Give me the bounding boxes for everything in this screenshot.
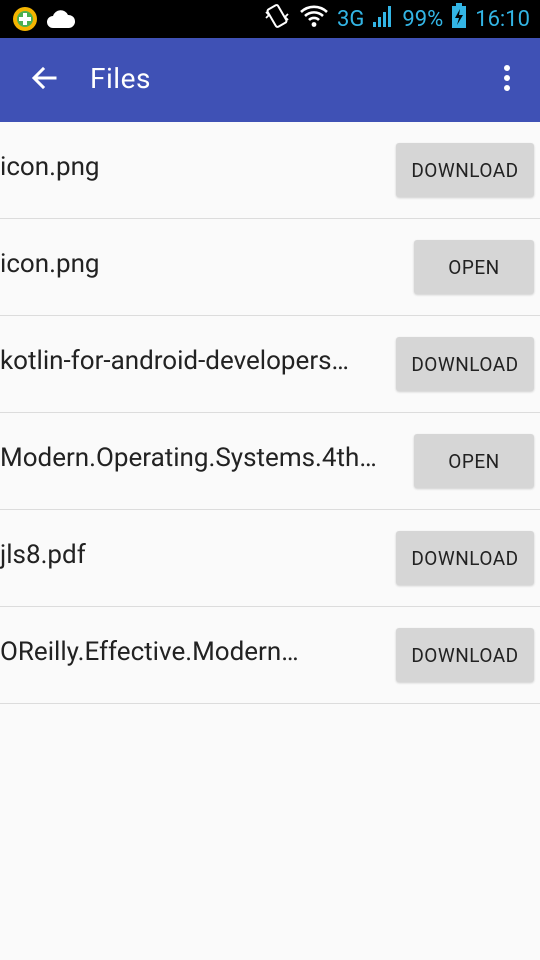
signal-icon — [372, 4, 394, 34]
file-name: jls8.pdf — [0, 540, 86, 570]
page-title: Files — [90, 62, 151, 95]
list-item: icon.png OPEN — [0, 219, 540, 316]
file-name: kotlin-for-android-developers… — [0, 346, 349, 376]
file-name: OReilly.Effective.Modern… — [0, 637, 299, 667]
network-type-label: 3G — [337, 6, 365, 32]
back-button[interactable] — [22, 58, 66, 102]
status-bar: 3G 99% 16:10 — [0, 0, 540, 38]
clock: 16:10 — [475, 6, 530, 32]
open-button[interactable]: OPEN — [414, 240, 534, 294]
arrow-back-icon — [31, 65, 57, 95]
file-name: Modern.Operating.Systems.4th… — [0, 443, 377, 473]
overflow-menu-button[interactable] — [492, 58, 522, 102]
list-item: jls8.pdf DOWNLOAD — [0, 510, 540, 607]
file-name: icon.png — [0, 152, 100, 182]
wifi-icon — [299, 4, 329, 34]
file-name: icon.png — [0, 249, 100, 279]
open-button[interactable]: OPEN — [414, 434, 534, 488]
vibrate-icon — [263, 3, 291, 35]
file-list: icon.png DOWNLOAD icon.png OPEN kotlin-f… — [0, 122, 540, 704]
download-button[interactable]: DOWNLOAD — [396, 531, 534, 585]
download-button[interactable]: DOWNLOAD — [396, 628, 534, 682]
download-button[interactable]: DOWNLOAD — [396, 337, 534, 391]
cloud-icon — [46, 8, 76, 34]
list-item: Modern.Operating.Systems.4th… OPEN — [0, 413, 540, 510]
battery-icon — [451, 3, 467, 35]
list-item: kotlin-for-android-developers… DOWNLOAD — [0, 316, 540, 413]
more-vert-icon — [503, 64, 511, 96]
download-button[interactable]: DOWNLOAD — [396, 143, 534, 197]
list-item: icon.png DOWNLOAD — [0, 122, 540, 219]
app-bar: Files — [0, 38, 540, 122]
list-item: OReilly.Effective.Modern… DOWNLOAD — [0, 607, 540, 704]
app-notification-icon — [12, 6, 38, 36]
battery-percent: 99% — [402, 6, 444, 32]
